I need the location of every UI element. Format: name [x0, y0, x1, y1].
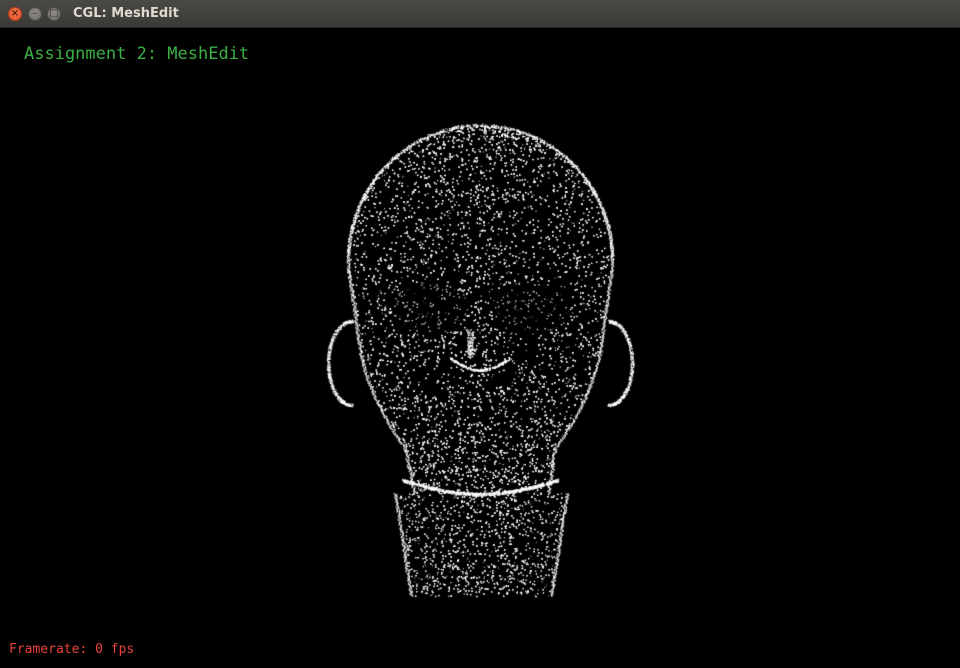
close-icon[interactable]: ×: [8, 7, 22, 21]
framerate-label: Framerate: 0 fps: [9, 642, 135, 657]
assignment-title: Assignment 2: MeshEdit: [24, 44, 250, 64]
maximize-icon[interactable]: □: [47, 7, 61, 21]
head-point-cloud[interactable]: [0, 28, 960, 668]
title-bar[interactable]: × – □ CGL: MeshEdit: [0, 0, 960, 28]
render-viewport[interactable]: Assignment 2: MeshEdit Framerate: 0 fps: [0, 28, 960, 668]
window-title: CGL: MeshEdit: [73, 6, 179, 21]
minimize-icon[interactable]: –: [28, 7, 42, 21]
app-window: × – □ CGL: MeshEdit Assignment 2: MeshEd…: [0, 0, 960, 668]
